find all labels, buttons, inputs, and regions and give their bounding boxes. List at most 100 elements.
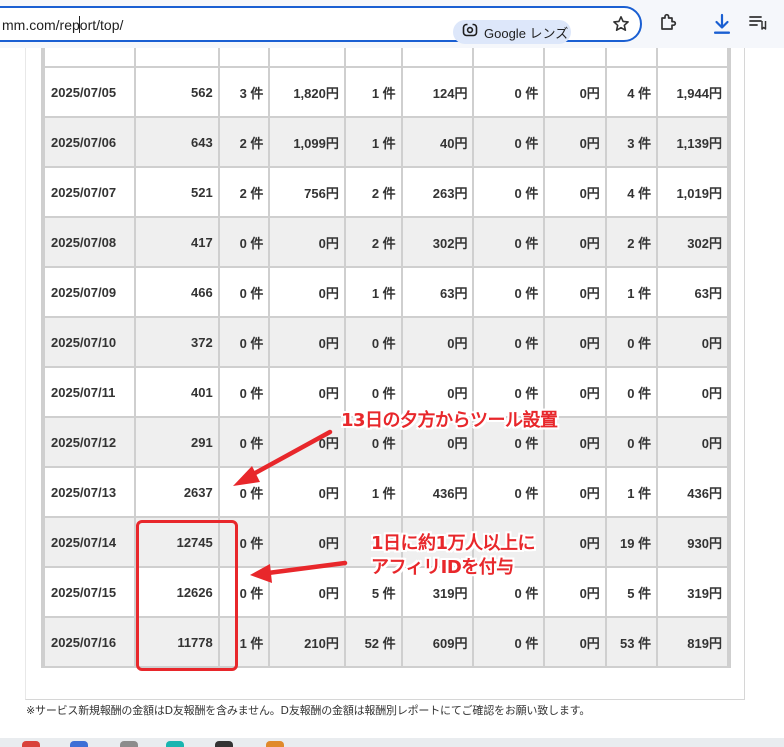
value-cell: 436円 [658,468,727,516]
value-cell: 63円 [658,268,727,316]
value-cell: 0 件 [474,168,544,216]
value-cell: 263円 [402,168,473,216]
value-cell: 2 件 [345,218,401,266]
value-cell: 1 件 [345,68,401,116]
value-cell: 0 件 [219,318,269,366]
value-cell: 0円 [545,468,605,516]
value-cell: 0円 [545,268,605,316]
value-cell: 562 [135,68,218,116]
value-cell: 63円 [402,268,473,316]
extensions-icon [658,12,678,36]
value-cell: 0円 [545,618,605,666]
value-cell: 819円 [658,618,727,666]
date-cell: 2025/07/08 [45,218,134,266]
value-cell: 0 件 [474,118,544,166]
value-cell: 0 件 [606,418,657,466]
table-row: 2025/07/09 466 0 件 0円 1 件 63円 0 件 0円 1 件 63円 [45,268,727,316]
google-lens-icon [462,22,478,42]
value-cell: 0円 [545,118,605,166]
value-cell: 2 件 [219,168,269,216]
value-cell: 0円 [658,318,727,366]
value-cell: 5 件 [606,568,657,616]
value-cell: 40円 [402,118,473,166]
value-cell: 0 件 [219,218,269,266]
taskbar-strip [0,738,784,747]
highlight-box-clicks [136,520,238,671]
footnote: ※サービス新規報酬の金額はD友報酬を含みません。D友報酬の金額は報酬別レポートに… [26,704,591,717]
value-cell: 0円 [658,418,727,466]
value-cell: 436円 [402,468,473,516]
downloads-button[interactable] [710,13,734,39]
value-cell: 0円 [270,268,344,316]
value-cell: 52 件 [345,618,401,666]
value-cell: 0円 [270,518,344,566]
date-cell: 2025/07/14 [45,518,134,566]
value-cell: 0 件 [474,468,544,516]
value-cell: 0円 [270,418,344,466]
value-cell: 19 件 [606,518,657,566]
reading-list-button[interactable] [745,13,769,35]
value-cell: 0円 [545,568,605,616]
table-row: 2025/07/07 521 2 件 756円 2 件 263円 0 件 0円 4 件 1,019… [45,168,727,216]
value-cell: 372 [135,318,218,366]
value-cell: 0 件 [474,68,544,116]
value-cell: 0 件 [219,418,269,466]
value-cell: 0 件 [474,318,544,366]
value-cell: 1 件 [606,268,657,316]
bookmark-star-icon [612,15,630,37]
bookmark-button[interactable] [610,15,632,37]
taskbar-app-icon[interactable] [166,741,184,747]
value-cell: 1 件 [606,468,657,516]
value-cell: 0 件 [474,218,544,266]
value-cell: 0 件 [219,368,269,416]
date-cell: 2025/07/09 [45,268,134,316]
taskbar-app-icon[interactable] [120,741,138,747]
taskbar-app-icon[interactable] [22,741,40,747]
date-cell: 2025/07/15 [45,568,134,616]
value-cell: 0円 [545,68,605,116]
table-row-partial [45,48,727,66]
value-cell: 0円 [545,218,605,266]
reading-list-icon [747,12,767,36]
value-cell: 53 件 [606,618,657,666]
date-cell: 2025/07/11 [45,368,134,416]
taskbar-app-icon[interactable] [215,741,233,747]
value-cell: 756円 [270,168,344,216]
value-cell: 4 件 [606,68,657,116]
value-cell: 1,019円 [658,168,727,216]
value-cell: 0円 [270,218,344,266]
value-cell: 1 件 [345,118,401,166]
table-row: 2025/07/06 643 2 件 1,099円 1 件 40円 0 件 0円 3 件 1,13… [45,118,727,166]
value-cell: 0円 [658,368,727,416]
browser-toolbar: mm.com/report/top/ Google レンズ [0,0,784,48]
value-cell: 4 件 [606,168,657,216]
value-cell: 1,099円 [270,118,344,166]
value-cell: 210円 [270,618,344,666]
value-cell: 0円 [270,368,344,416]
table-row: 2025/07/13 2637 0 件 0円 1 件 436円 0 件 0円 1 件 436円 [45,468,727,516]
address-bar[interactable]: mm.com/report/top/ Google レンズ [0,6,642,44]
value-cell: 2 件 [219,118,269,166]
url-text[interactable]: mm.com/report/top/ [2,16,123,33]
google-lens-button[interactable]: Google レンズ [453,20,571,44]
date-cell: 2025/07/13 [45,468,134,516]
value-cell: 0 件 [219,268,269,316]
value-cell: 1 件 [345,268,401,316]
value-cell: 2 件 [345,168,401,216]
taskbar-app-icon[interactable] [70,741,88,747]
value-cell: 1,820円 [270,68,344,116]
date-cell: 2025/07/07 [45,168,134,216]
value-cell: 3 件 [606,118,657,166]
google-lens-label: Google レンズ [484,25,569,41]
table-row: 2025/07/10 372 0 件 0円 0 件 0円 0 件 0円 0 件 0円 [45,318,727,366]
value-cell: 609円 [402,618,473,666]
value-cell: 302円 [402,218,473,266]
taskbar-app-icon[interactable] [266,741,284,747]
value-cell: 2637 [135,468,218,516]
download-icon [711,12,733,40]
annotation-affiliate-line2: アフィリIDを付与 [371,557,514,578]
value-cell: 466 [135,268,218,316]
value-cell: 124円 [402,68,473,116]
extensions-button[interactable] [657,13,679,35]
value-cell: 0円 [270,318,344,366]
